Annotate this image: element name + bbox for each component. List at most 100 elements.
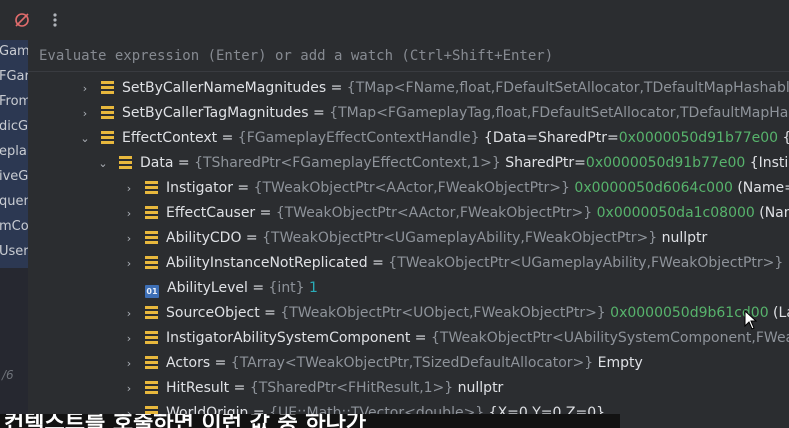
frame-item[interactable]: iveG — [0, 166, 28, 188]
row-tail: {Instigator=0x — [749, 155, 789, 171]
row-type: {TArray<TWeakObjectPtr,TSizedDefaultAllo… — [230, 355, 594, 371]
row-eq: = — [173, 155, 195, 171]
expand-chevron-icon[interactable]: › — [122, 251, 136, 276]
frame-item[interactable]: mCo — [0, 216, 28, 238]
row-val: SharedPtr= — [500, 155, 586, 171]
row-name: SetByCallerNameMagnitudes — [122, 80, 327, 96]
row-name: EffectCauser — [166, 205, 256, 221]
field-icon — [145, 356, 158, 369]
field-icon — [145, 231, 158, 244]
frame-item[interactable]: User — [0, 241, 28, 263]
tree-row[interactable]: › Instigator = {TWeakObjectPtr<AActor,FWe… — [122, 176, 789, 201]
row-type: {TWeakObjectPtr<AActor,FWeakObjectPtr>} — [253, 180, 570, 196]
video-subtitle: 컨텍스트를 호출하면 이런 값 중 하나가 — [0, 414, 789, 428]
expand-chevron-icon[interactable]: › — [122, 301, 136, 326]
row-addr: 0x0000050d6064c000 — [574, 180, 733, 196]
row-val: nullptr — [453, 380, 504, 396]
row-name: Actors — [166, 355, 211, 371]
expand-chevron-icon[interactable]: › — [122, 226, 136, 251]
expand-chevron-icon[interactable]: › — [122, 376, 136, 401]
frame-item[interactable]: Gam — [0, 41, 28, 63]
row-type: {FGameplayEffectContextHandle} — [237, 130, 480, 146]
frames-panel: Gam FGar From dicG epla iveG quen mCo Us… — [0, 40, 28, 428]
row-type: {TSharedPtr<FGameplayEffectContext,1>} — [194, 155, 501, 171]
row-type: {TWeakObjectPtr<UObject,FWeakObjectPtr>} — [280, 305, 606, 321]
row-eq: = — [210, 355, 231, 371]
tree-row[interactable]: › InstigatorAbilitySystemComponent = {TWe… — [122, 326, 789, 351]
field-icon — [101, 81, 114, 94]
frame-item[interactable]: From — [0, 91, 28, 113]
mute-breakpoints-icon[interactable] — [10, 8, 34, 32]
evaluate-expression-input[interactable]: Evaluate expression (Enter) or add a wat… — [28, 40, 789, 72]
expand-chevron-icon[interactable]: › — [122, 326, 136, 351]
row-name: InstigatorAbilitySystemComponent — [166, 330, 411, 346]
row-val: nullptr — [657, 230, 708, 246]
field-icon — [145, 206, 158, 219]
tree-row[interactable]: ⌄ Data = {TSharedPtr<FGameplayEffectConte… — [96, 151, 789, 176]
row-tail: (Name= — [737, 180, 789, 196]
collapse-chevron-icon[interactable]: ⌄ — [78, 126, 92, 151]
field-icon — [145, 331, 158, 344]
field-icon — [119, 156, 132, 169]
row-name: SourceObject — [166, 305, 260, 321]
variables-tree: › SetByCallerNameMagnitudes = {TMap<FName… — [28, 74, 789, 428]
frame-item[interactable]: FGar — [0, 66, 28, 88]
row-name: Instigator — [166, 180, 233, 196]
row-addr: 0x0000050da1c08000 — [596, 205, 755, 221]
tree-row[interactable]: › SourceObject = {TWeakObjectPtr<UObject,… — [122, 301, 789, 326]
row-num: 1 — [309, 280, 318, 296]
expand-chevron-icon[interactable]: › — [78, 101, 92, 126]
tree-row[interactable]: › EffectCauser = {TWeakObjectPtr<AActor,F… — [122, 201, 789, 226]
frame-item[interactable]: quen — [0, 191, 28, 213]
tree-row[interactable]: › AbilityCDO = {TWeakObjectPtr<UGameplayA… — [122, 226, 707, 251]
tree-row[interactable]: ⌄ EffectContext = {FGameplayEffectContext… — [78, 126, 789, 151]
row-val: nullptr — [783, 255, 789, 271]
row-type: {TSharedPtr<FHitResult,1>} — [249, 380, 454, 396]
row-type: {TWeakObjectPtr<UAbilitySystemComponent,… — [430, 330, 789, 346]
row-eq: = — [232, 180, 254, 196]
row-type: {TWeakObjectPtr<AActor,FWeakObjectPtr>} — [275, 205, 593, 221]
row-addr: 0x0000050d91b77e00 — [585, 155, 746, 171]
tree-row[interactable]: 01 AbilityLevel = {int} 1 — [122, 276, 318, 301]
tree-row[interactable]: › SetByCallerTagMagnitudes = {TMap<FGamep… — [78, 101, 789, 126]
field-icon — [145, 381, 158, 394]
expand-chevron-icon[interactable]: › — [122, 351, 136, 376]
collapse-chevron-icon[interactable]: ⌄ — [96, 151, 110, 176]
row-eq: = — [241, 230, 263, 246]
expand-chevron-icon[interactable]: › — [122, 201, 136, 226]
row-name: HitResult — [166, 380, 230, 396]
row-type: {TWeakObjectPtr<UGameplayAbility,FWeakOb… — [388, 255, 784, 271]
field-icon — [145, 181, 158, 194]
row-name: AbilityLevel — [167, 280, 248, 296]
tree-row[interactable]: › AbilityInstanceNotReplicated = {TWeakOb… — [122, 251, 789, 276]
row-val: Empty — [593, 355, 643, 371]
expand-chevron-icon[interactable]: › — [122, 176, 136, 201]
row-eq: = — [247, 280, 269, 296]
row-tail: (Label= — [773, 305, 789, 321]
row-tail: (Name= — [759, 205, 789, 221]
field-icon — [145, 306, 158, 319]
tree-row[interactable]: › Actors = {TArray<TWeakObjectPtr,TSizedD… — [122, 351, 643, 376]
more-vertical-icon[interactable] — [43, 8, 67, 32]
row-name: SetByCallerTagMagnitudes — [122, 105, 309, 121]
field-icon — [145, 256, 158, 269]
tree-row[interactable]: › SetByCallerNameMagnitudes = {TMap<FName… — [78, 76, 789, 101]
row-type: {TMap<FName,float,FDefaultSetAllocator,T… — [346, 80, 789, 96]
frame-item[interactable]: dicG — [0, 116, 28, 138]
row-eq: = — [229, 380, 250, 396]
row-eq: = — [326, 80, 347, 96]
frame-item[interactable]: epla — [0, 141, 27, 163]
debugger-toolbar — [0, 0, 789, 40]
mouse-cursor-icon — [744, 310, 758, 330]
row-type: {int} — [268, 280, 305, 296]
primitive-value-icon: 01 — [145, 285, 159, 298]
tree-row[interactable]: › HitResult = {TSharedPtr<FHitResult,1>} … — [122, 376, 504, 401]
row-eq: = — [410, 330, 431, 346]
row-type: {TWeakObjectPtr<UGameplayAbility,FWeakOb… — [262, 230, 658, 246]
row-val: {Data=SharedPtr= — [479, 130, 619, 146]
field-icon — [101, 131, 114, 144]
subtitle-text: 컨텍스트를 호출하면 이런 값 중 하나가 — [4, 414, 367, 428]
row-eq: = — [259, 305, 281, 321]
row-name: Data — [140, 155, 174, 171]
expand-chevron-icon[interactable]: › — [78, 76, 92, 101]
